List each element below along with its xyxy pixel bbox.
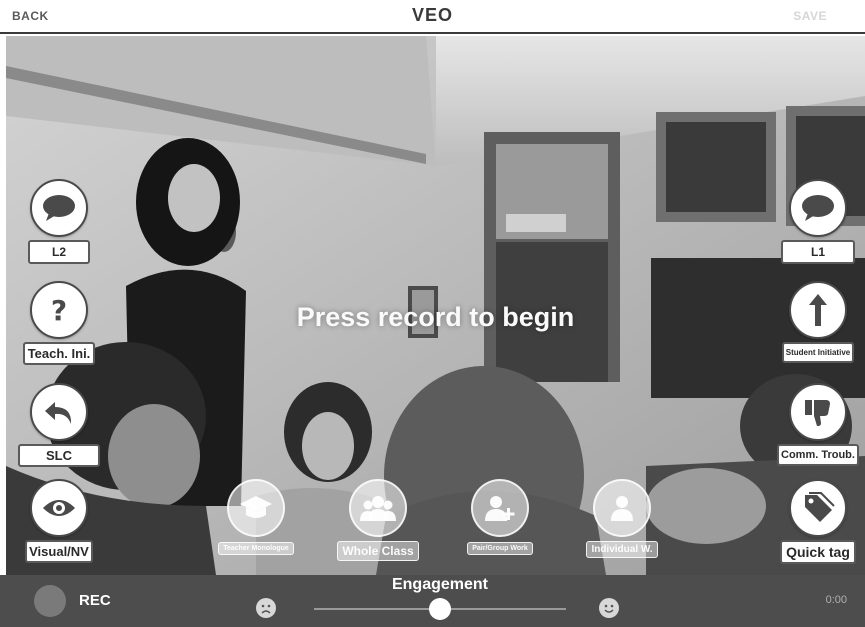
tag-button-student-initiative[interactable]: Student Initiative bbox=[773, 281, 863, 363]
tag-label: SLC bbox=[18, 444, 100, 467]
tag-button-comm-troub[interactable]: Comm. Troub. bbox=[773, 383, 863, 466]
tag-label: Quick tag bbox=[780, 540, 856, 564]
tag-label: L2 bbox=[27, 240, 90, 264]
video-preview[interactable]: Press record to begin bbox=[6, 36, 865, 575]
up-arrow-icon bbox=[789, 281, 847, 339]
record-button[interactable] bbox=[34, 585, 66, 617]
graduation-cap-icon bbox=[227, 479, 285, 537]
group-icon bbox=[349, 479, 407, 537]
eye-icon bbox=[30, 479, 88, 537]
mode-label: Individual W. bbox=[586, 541, 658, 558]
undo-arrow-icon bbox=[30, 383, 88, 441]
mode-button-pair-group-work[interactable]: Pair/Group Work bbox=[450, 479, 550, 555]
engagement-slider-thumb[interactable] bbox=[429, 598, 451, 620]
mode-button-individual-work[interactable]: Individual W. bbox=[572, 479, 672, 558]
mode-label: Pair/Group Work bbox=[467, 542, 533, 555]
engagement-label: Engagement bbox=[391, 576, 488, 593]
app-title: VEO bbox=[411, 5, 453, 25]
tag-label: Comm. Troub. bbox=[777, 444, 859, 466]
recording-timer: 0:00 bbox=[825, 594, 847, 606]
tag-button-slc[interactable]: SLC bbox=[14, 383, 104, 467]
add-user-icon bbox=[471, 479, 529, 537]
question-mark-icon: ? bbox=[30, 281, 88, 339]
happy-face-icon bbox=[599, 598, 619, 618]
single-user-icon bbox=[593, 479, 651, 537]
mode-label: Whole Class bbox=[337, 541, 419, 561]
speech-bubble-icon bbox=[789, 179, 847, 237]
sad-face-icon bbox=[256, 598, 276, 618]
tag-label: Student Initiative bbox=[781, 342, 855, 363]
tag-button-l2[interactable]: L2 bbox=[14, 179, 104, 264]
tag-label: Visual/NV bbox=[25, 540, 93, 563]
bottom-bar: REC Engagement 0:00 bbox=[0, 575, 865, 627]
thumbs-down-icon bbox=[789, 383, 847, 441]
tag-label: L1 bbox=[780, 240, 855, 264]
record-label: REC bbox=[79, 592, 111, 609]
top-bar: BACK VEO SAVE bbox=[0, 0, 865, 34]
tags-icon bbox=[789, 479, 847, 537]
mode-button-teacher-monologue[interactable]: Teacher Monologue bbox=[206, 479, 306, 555]
save-button[interactable]: SAVE bbox=[793, 9, 827, 23]
mode-button-whole-class[interactable]: Whole Class bbox=[328, 479, 428, 561]
tag-button-l1[interactable]: L1 bbox=[773, 179, 863, 264]
tag-label: Teach. Ini. bbox=[22, 342, 96, 365]
tag-button-teach-ini[interactable]: ? Teach. Ini. bbox=[14, 281, 104, 365]
svg-text:?: ? bbox=[51, 294, 67, 326]
speech-bubble-icon bbox=[30, 179, 88, 237]
tag-button-visual-nv[interactable]: Visual/NV bbox=[14, 479, 104, 563]
record-prompt: Press record to begin bbox=[296, 302, 575, 332]
mode-label: Teacher Monologue bbox=[218, 542, 294, 555]
tag-button-quick-tag[interactable]: Quick tag bbox=[773, 479, 863, 564]
